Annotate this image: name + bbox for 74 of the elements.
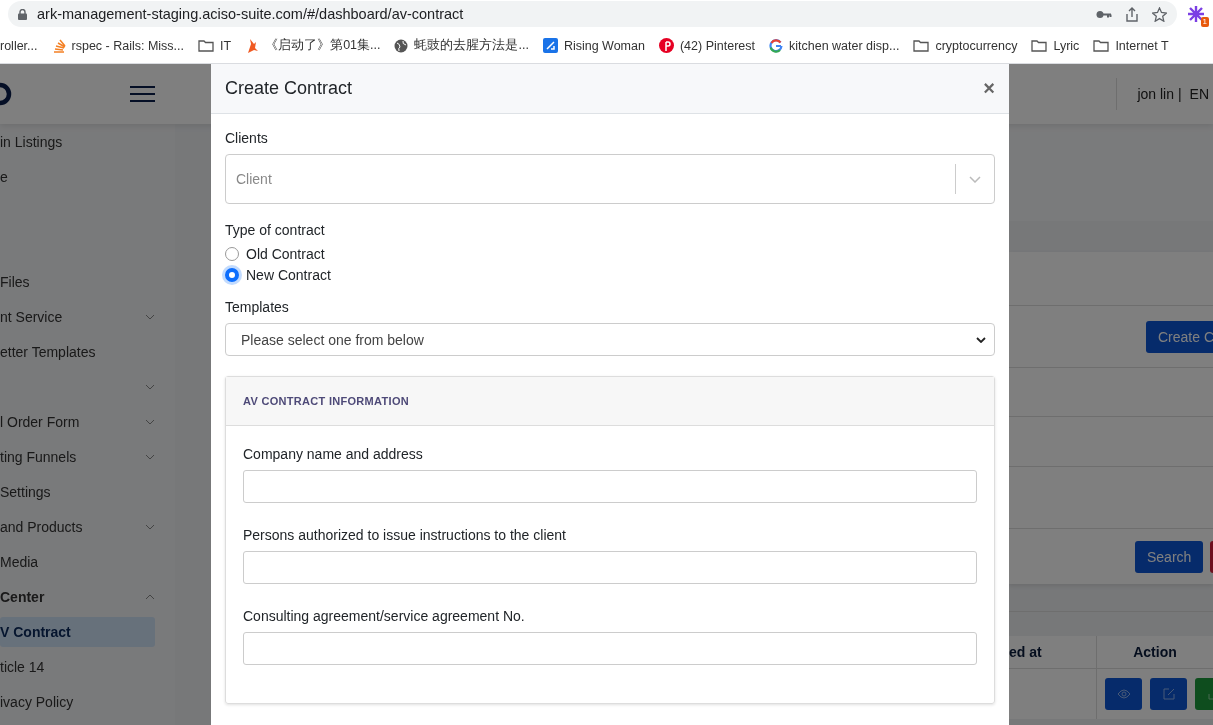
radio-button[interactable] <box>225 246 239 261</box>
radio-label: New Contract <box>246 266 331 283</box>
folder-icon <box>913 39 930 52</box>
address-bar[interactable]: ark-management-staging.aciso-suite.com/#/dashboard/av-contract <box>8 1 1177 27</box>
key-icon[interactable] <box>1096 9 1112 19</box>
sidebar-item[interactable]: etter Templates <box>0 336 155 367</box>
edit-button[interactable] <box>1150 678 1187 710</box>
extension-badge: 1 <box>1200 17 1209 27</box>
google-icon <box>769 38 783 53</box>
sidebar-item[interactable]: in Listings <box>0 126 155 157</box>
section-title: AV CONTRACT INFORMATION <box>243 395 409 407</box>
client-select[interactable]: Client <box>225 154 995 204</box>
field-label: Persons authorized to issue instructions to the client <box>243 527 567 543</box>
view-button[interactable] <box>1105 678 1142 710</box>
bookmark[interactable]: 蚝豉的去腥方法是... <box>414 37 529 54</box>
language-code[interactable]: EN <box>1189 86 1209 102</box>
dialog-title: Create Contract <box>225 78 353 99</box>
field-label: Company name and address <box>243 446 424 462</box>
sidebar-item[interactable]: Media <box>0 546 155 577</box>
bookmark[interactable]: cryptocurrency <box>935 38 1018 53</box>
folder-icon <box>1031 39 1048 52</box>
search-button[interactable]: Search <box>1135 540 1204 573</box>
sidebar-item[interactable]: ticle 14 <box>0 651 155 682</box>
menu-icon[interactable] <box>130 86 155 102</box>
globe-icon <box>394 38 409 53</box>
flame-icon <box>245 37 260 54</box>
bookmark[interactable]: Internet T <box>1115 38 1169 53</box>
radio-button[interactable] <box>225 267 239 282</box>
share-icon[interactable] <box>1126 6 1138 22</box>
url-text: ark-management-staging.aciso-suite.com/#/dashboard/av-contract <box>37 6 464 22</box>
create-button[interactable]: Create C <box>1146 320 1213 353</box>
folder-icon <box>198 39 215 52</box>
logo-icon <box>0 82 12 106</box>
sidebar-group[interactable]: Center <box>0 581 145 612</box>
bookmark[interactable]: Lyric <box>1053 38 1080 53</box>
sidebar-item[interactable]: ivacy Policy <box>0 686 155 717</box>
bookmark[interactable]: kitchen water disp... <box>789 38 900 53</box>
extension-icon[interactable] <box>1187 5 1205 23</box>
sidebar-item[interactable]: e <box>0 161 155 192</box>
radio-label: Old Contract <box>246 245 325 262</box>
edit-icon <box>1162 688 1175 700</box>
template-select[interactable]: Please select one from below <box>225 323 995 356</box>
sidebar-item[interactable]: Files <box>0 266 155 297</box>
bookmark[interactable]: 《启动了》第01集... <box>265 37 381 54</box>
eye-icon <box>1116 689 1131 699</box>
bookmark[interactable]: rspec - Rails: Miss... <box>71 38 185 53</box>
field-label: Clients <box>225 130 269 146</box>
sidebar-group[interactable]: ting Funnels <box>0 441 145 472</box>
bookmark[interactable]: Rising Woman <box>563 38 645 53</box>
field-label: Templates <box>225 299 290 315</box>
folder-icon <box>1093 39 1110 52</box>
user-name[interactable]: jon lin | <box>1137 86 1182 102</box>
chevron-icon <box>969 175 981 183</box>
sidebar-item[interactable]: V Contract <box>0 616 155 647</box>
sidebar-group[interactable]: l Order Form <box>0 406 145 437</box>
close-button[interactable]: × <box>983 77 995 100</box>
bookmark[interactable]: (42) Pinterest <box>679 38 755 53</box>
sidebar-group[interactable]: nt Service <box>0 301 145 332</box>
pin-icon <box>658 38 674 53</box>
lock-icon <box>18 8 27 20</box>
app-icon <box>542 38 558 53</box>
field-label: Consulting agreement/service agreement No. <box>243 608 526 624</box>
sidebar-item[interactable]: Settings <box>0 476 155 507</box>
column-header: Action <box>1096 636 1213 669</box>
bookmark[interactable]: IT <box>220 38 232 53</box>
input-field[interactable] <box>243 470 977 503</box>
input-field[interactable] <box>243 632 977 665</box>
stack-icon <box>51 38 66 53</box>
input-field[interactable] <box>243 551 977 584</box>
bookmark[interactable]: roller... <box>0 38 38 53</box>
sidebar-group[interactable]: and Products <box>0 511 145 542</box>
star-icon[interactable] <box>1152 6 1167 22</box>
field-label: Type of contract <box>225 222 326 238</box>
chevron-icon <box>976 336 986 343</box>
